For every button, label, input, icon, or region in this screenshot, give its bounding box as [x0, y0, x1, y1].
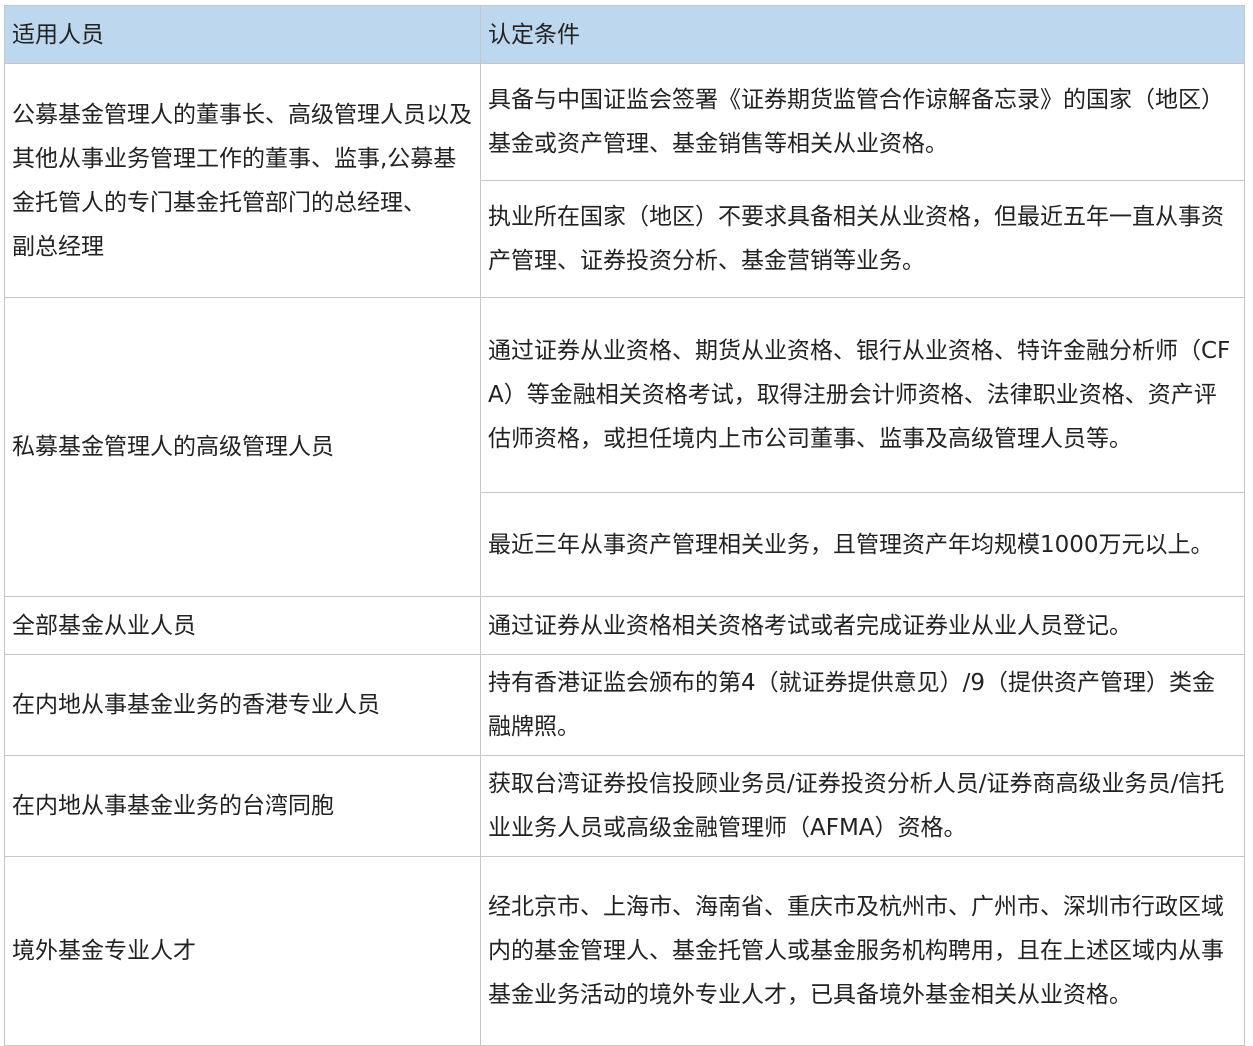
row-6-person: 境外基金专业人才: [4, 856, 481, 1046]
table-header-row: 适用人员 认定条件: [4, 5, 1245, 64]
row-2-condition-1: 通过证券从业资格、期货从业资格、银行从业资格、特许金融分析师（CFA）等金融相关…: [480, 297, 1245, 493]
row-1-person: 公募基金管理人的董事长、高级管理人员以及其他从事业务管理工作的董事、监事,公募基…: [4, 63, 481, 298]
table-row: 境外基金专业人才 经北京市、上海市、海南省、重庆市及杭州市、广州市、深圳市行政区…: [4, 856, 1245, 1046]
row-4-person: 在内地从事基金业务的香港专业人员: [4, 654, 481, 756]
table-row: 全部基金从业人员 通过证券从业资格相关资格考试或者完成证券业从业人员登记。: [4, 596, 1245, 655]
table-row: 公募基金管理人的董事长、高级管理人员以及其他从事业务管理工作的董事、监事,公募基…: [4, 63, 1245, 298]
qualification-table: 适用人员 认定条件 公募基金管理人的董事长、高级管理人员以及其他从事业务管理工作…: [4, 5, 1245, 1046]
row-3-person: 全部基金从业人员: [4, 596, 481, 655]
header-applicable-persons: 适用人员: [4, 5, 481, 64]
row-1-condition-1: 具备与中国证监会签署《证券期货监管合作谅解备忘录》的国家（地区）基金或资产管理、…: [480, 63, 1245, 181]
table-row: 私募基金管理人的高级管理人员 通过证券从业资格、期货从业资格、银行从业资格、特许…: [4, 297, 1245, 597]
row-5-condition-1: 获取台湾证券投信投顾业务员/证券投资分析人员/证券商高级业务员/信托业业务人员或…: [480, 755, 1245, 857]
row-1-condition-2: 执业所在国家（地区）不要求具备相关从业资格，但最近五年一直从事资产管理、证券投资…: [480, 180, 1245, 298]
row-2-person: 私募基金管理人的高级管理人员: [4, 297, 481, 597]
qualification-table-container: 适用人员 认定条件 公募基金管理人的董事长、高级管理人员以及其他从事业务管理工作…: [4, 5, 1245, 1046]
row-6-condition-1: 经北京市、上海市、海南省、重庆市及杭州市、广州市、深圳市行政区域内的基金管理人、…: [480, 856, 1245, 1046]
row-5-person: 在内地从事基金业务的台湾同胞: [4, 755, 481, 857]
header-criteria: 认定条件: [480, 5, 1245, 64]
row-3-condition-1: 通过证券从业资格相关资格考试或者完成证券业从业人员登记。: [480, 596, 1245, 655]
table-row: 在内地从事基金业务的香港专业人员 持有香港证监会颁布的第4（就证券提供意见）/9…: [4, 654, 1245, 756]
row-4-condition-1: 持有香港证监会颁布的第4（就证券提供意见）/9（提供资产管理）类金融牌照。: [480, 654, 1245, 756]
row-2-condition-2: 最近三年从事资产管理相关业务，且管理资产年均规模1000万元以上。: [480, 492, 1245, 597]
table-row: 在内地从事基金业务的台湾同胞 获取台湾证券投信投顾业务员/证券投资分析人员/证券…: [4, 755, 1245, 857]
